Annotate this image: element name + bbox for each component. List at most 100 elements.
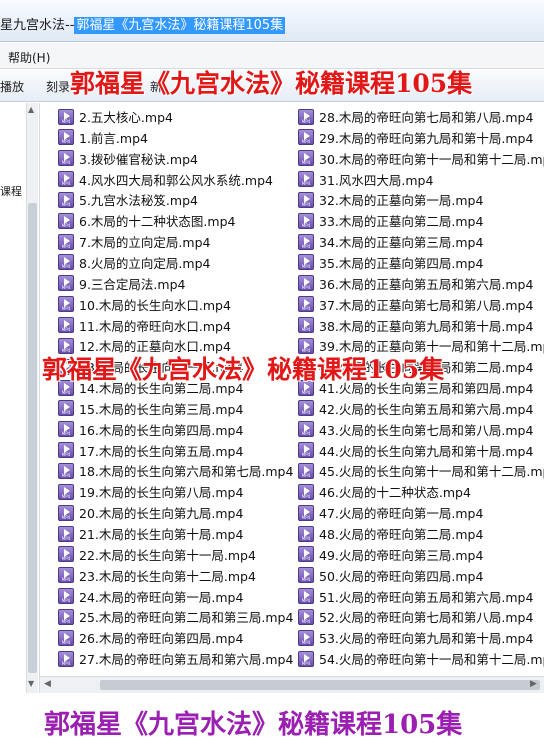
- file-item[interactable]: 26.木局的帝旺向第四局.mp4: [58, 627, 243, 648]
- file-name: 22.木局的长生向第十一局.mp4: [79, 547, 256, 563]
- horizontal-scroll-thumb[interactable]: [100, 680, 540, 690]
- video-file-icon: [298, 608, 314, 625]
- file-item[interactable]: 8.火局的立向定局.mp4: [58, 252, 210, 273]
- file-item[interactable]: 30.木局的帝旺向第十一局和第十二局.mp4: [298, 148, 544, 169]
- file-item[interactable]: 49.火局的帝旺向第三局.mp4: [298, 544, 483, 565]
- video-file-icon: [58, 150, 74, 167]
- file-name: 51.火局的帝旺向第五局和第六局.mp4: [319, 589, 534, 605]
- file-item[interactable]: 46.火局的十二种状态.mp4: [298, 481, 471, 502]
- file-name: 28.木局的帝旺向第七局和第八局.mp4: [319, 110, 534, 125]
- file-item[interactable]: 3.拨砂催官秘诀.mp4: [58, 148, 198, 169]
- file-item[interactable]: 43.火局的长生向第七局和第八局.mp4: [298, 419, 533, 440]
- horizontal-scrollbar[interactable]: ◀ ▶: [40, 676, 544, 693]
- burn-button[interactable]: 刻录: [46, 78, 70, 95]
- file-item[interactable]: 52.火局的帝旺向第七局和第八局.mp4: [298, 606, 533, 627]
- scroll-left-icon[interactable]: ◀: [44, 679, 51, 689]
- file-name: 2.五大核心.mp4: [79, 110, 173, 125]
- video-file-icon: [58, 525, 74, 542]
- file-item[interactable]: 6.木局的十二种状态图.mp4: [58, 210, 235, 231]
- video-file-icon: [58, 212, 74, 229]
- file-name: 29.木局的帝旺向第九局和第十局.mp4: [319, 130, 534, 146]
- file-item[interactable]: 28.木局的帝旺向第七局和第八局.mp4: [298, 106, 533, 127]
- file-item[interactable]: 51.火局的帝旺向第五局和第六局.mp4: [298, 586, 533, 607]
- file-item[interactable]: 19.木局的长生向第八局.mp4: [58, 481, 243, 502]
- file-item[interactable]: 23.木局的长生向第十二局.mp4: [58, 565, 256, 586]
- file-item[interactable]: 33.木局的正墓向第二局.mp4: [298, 210, 483, 231]
- window-title-selected[interactable]: 郭福星《九宫水法》秘籍课程105集: [74, 17, 286, 34]
- file-item[interactable]: 45.火局的长生向第十一局和第十二局.mp4: [298, 460, 544, 481]
- file-item[interactable]: 54.火局的帝旺向第十一局和第十二局.mp4: [298, 648, 544, 669]
- nav-item-course[interactable]: 课程: [0, 183, 22, 199]
- file-name: 54.火局的帝旺向第十一局和第十二局.mp4: [319, 652, 544, 668]
- file-item[interactable]: 10.木局的长生向水口.mp4: [58, 294, 231, 315]
- file-name: 11.木局的帝旺向水口.mp4: [79, 318, 231, 334]
- file-item[interactable]: 21.木局的长生向第十局.mp4: [58, 523, 243, 544]
- file-name: 52.火局的帝旺向第七局和第八局.mp4: [319, 610, 534, 626]
- file-item[interactable]: 4.风水四大局和郭公风水系统.mp4: [58, 169, 273, 190]
- file-name: 18.木局的长生向第六局和第七局.mp4: [79, 464, 294, 480]
- file-name: 45.火局的长生向第十一局和第十二局.mp4: [319, 464, 544, 480]
- play-button[interactable]: 播放: [0, 78, 24, 95]
- file-name: 33.木局的正墓向第二局.mp4: [319, 214, 484, 230]
- file-item[interactable]: 38.木局的正墓向第九局和第十局.mp4: [298, 315, 533, 336]
- video-file-icon: [298, 588, 314, 605]
- file-item[interactable]: 11.木局的帝旺向水口.mp4: [58, 315, 231, 336]
- file-name: 3.拨砂催官秘诀.mp4: [79, 151, 198, 167]
- file-name: 5.九宫水法秘笈.mp4: [79, 193, 198, 209]
- file-item[interactable]: 35.木局的正墓向第四局.mp4: [298, 252, 483, 273]
- file-item[interactable]: 9.三合定局法.mp4: [58, 273, 185, 294]
- file-item[interactable]: 15.木局的长生向第三局.mp4: [58, 398, 243, 419]
- file-item[interactable]: 25.木局的帝旺向第二局和第三局.mp4: [58, 606, 293, 627]
- video-file-icon: [298, 296, 314, 313]
- file-name: 43.火局的长生向第七局和第八局.mp4: [319, 422, 534, 438]
- video-file-icon: [58, 504, 74, 521]
- video-file-icon: [298, 421, 314, 438]
- file-item[interactable]: 20.木局的长生向第九局.mp4: [58, 502, 243, 523]
- video-file-icon: [58, 296, 74, 313]
- file-item[interactable]: 53.火局的帝旺向第九局和第十局.mp4: [298, 627, 533, 648]
- menu-help[interactable]: 帮助(H): [8, 49, 50, 66]
- file-name: 1.前言.mp4: [79, 130, 148, 146]
- nav-vertical-scrollbar[interactable]: ▲ ▼: [26, 103, 38, 693]
- file-name: 38.木局的正墓向第九局和第十局.mp4: [319, 318, 534, 334]
- file-item[interactable]: 42.火局的长生向第五局和第六局.mp4: [298, 398, 533, 419]
- file-item[interactable]: 48.火局的帝旺向第二局.mp4: [298, 523, 483, 544]
- file-item[interactable]: 22.木局的长生向第十一局.mp4: [58, 544, 256, 565]
- file-item[interactable]: 1.前言.mp4: [58, 127, 148, 148]
- video-file-icon: [58, 608, 74, 625]
- file-item[interactable]: 18.木局的长生向第六局和第七局.mp4: [58, 460, 293, 481]
- nav-scroll-thumb[interactable]: [28, 203, 37, 673]
- video-file-icon: [58, 462, 74, 479]
- file-item[interactable]: 17.木局的长生向第五局.mp4: [58, 440, 243, 461]
- file-item[interactable]: 24.木局的帝旺向第一局.mp4: [58, 586, 243, 607]
- file-item[interactable]: 27.木局的帝旺向第五局和第六局.mp4: [58, 648, 293, 669]
- file-item[interactable]: 2.五大核心.mp4: [58, 106, 173, 127]
- video-file-icon: [58, 108, 74, 125]
- video-file-icon: [58, 483, 74, 500]
- file-item[interactable]: 37.木局的正墓向第七局和第八局.mp4: [298, 294, 533, 315]
- scroll-up-icon[interactable]: ▲: [28, 105, 34, 114]
- file-item[interactable]: 34.木局的正墓向第三局.mp4: [298, 231, 483, 252]
- file-item[interactable]: 36.木局的正墓向第五局和第六局.mp4: [298, 273, 533, 294]
- watermark-middle: 郭福星《九宫水法》秘籍课程105集: [42, 355, 445, 384]
- file-name: 19.木局的长生向第八局.mp4: [79, 485, 244, 501]
- file-item[interactable]: 7.木局的立向定局.mp4: [58, 231, 210, 252]
- file-item[interactable]: 5.九宫水法秘笈.mp4: [58, 189, 198, 210]
- video-file-icon: [298, 629, 314, 646]
- scroll-right-icon[interactable]: ▶: [530, 679, 537, 689]
- file-item[interactable]: 29.木局的帝旺向第九局和第十局.mp4: [298, 127, 533, 148]
- file-item[interactable]: 47.火局的帝旺向第一局.mp4: [298, 502, 483, 523]
- file-item[interactable]: 50.火局的帝旺向第四局.mp4: [298, 565, 483, 586]
- video-file-icon: [58, 442, 74, 459]
- file-item[interactable]: 31.风水四大局.mp4: [298, 169, 433, 190]
- file-name: 42.火局的长生向第五局和第六局.mp4: [319, 401, 534, 417]
- file-item[interactable]: 44.火局的长生向第九局和第十局.mp4: [298, 440, 533, 461]
- video-file-icon: [298, 567, 314, 584]
- scroll-down-icon[interactable]: ▼: [28, 679, 34, 688]
- video-file-icon: [58, 233, 74, 250]
- file-name: 9.三合定局法.mp4: [79, 276, 186, 292]
- file-name: 10.木局的长生向水口.mp4: [79, 297, 231, 313]
- file-item[interactable]: 32.木局的正墓向第一局.mp4: [298, 189, 483, 210]
- watermark-bottom: 郭福星《九宫水法》秘籍课程105集: [44, 710, 463, 740]
- file-item[interactable]: 16.木局的长生向第四局.mp4: [58, 419, 243, 440]
